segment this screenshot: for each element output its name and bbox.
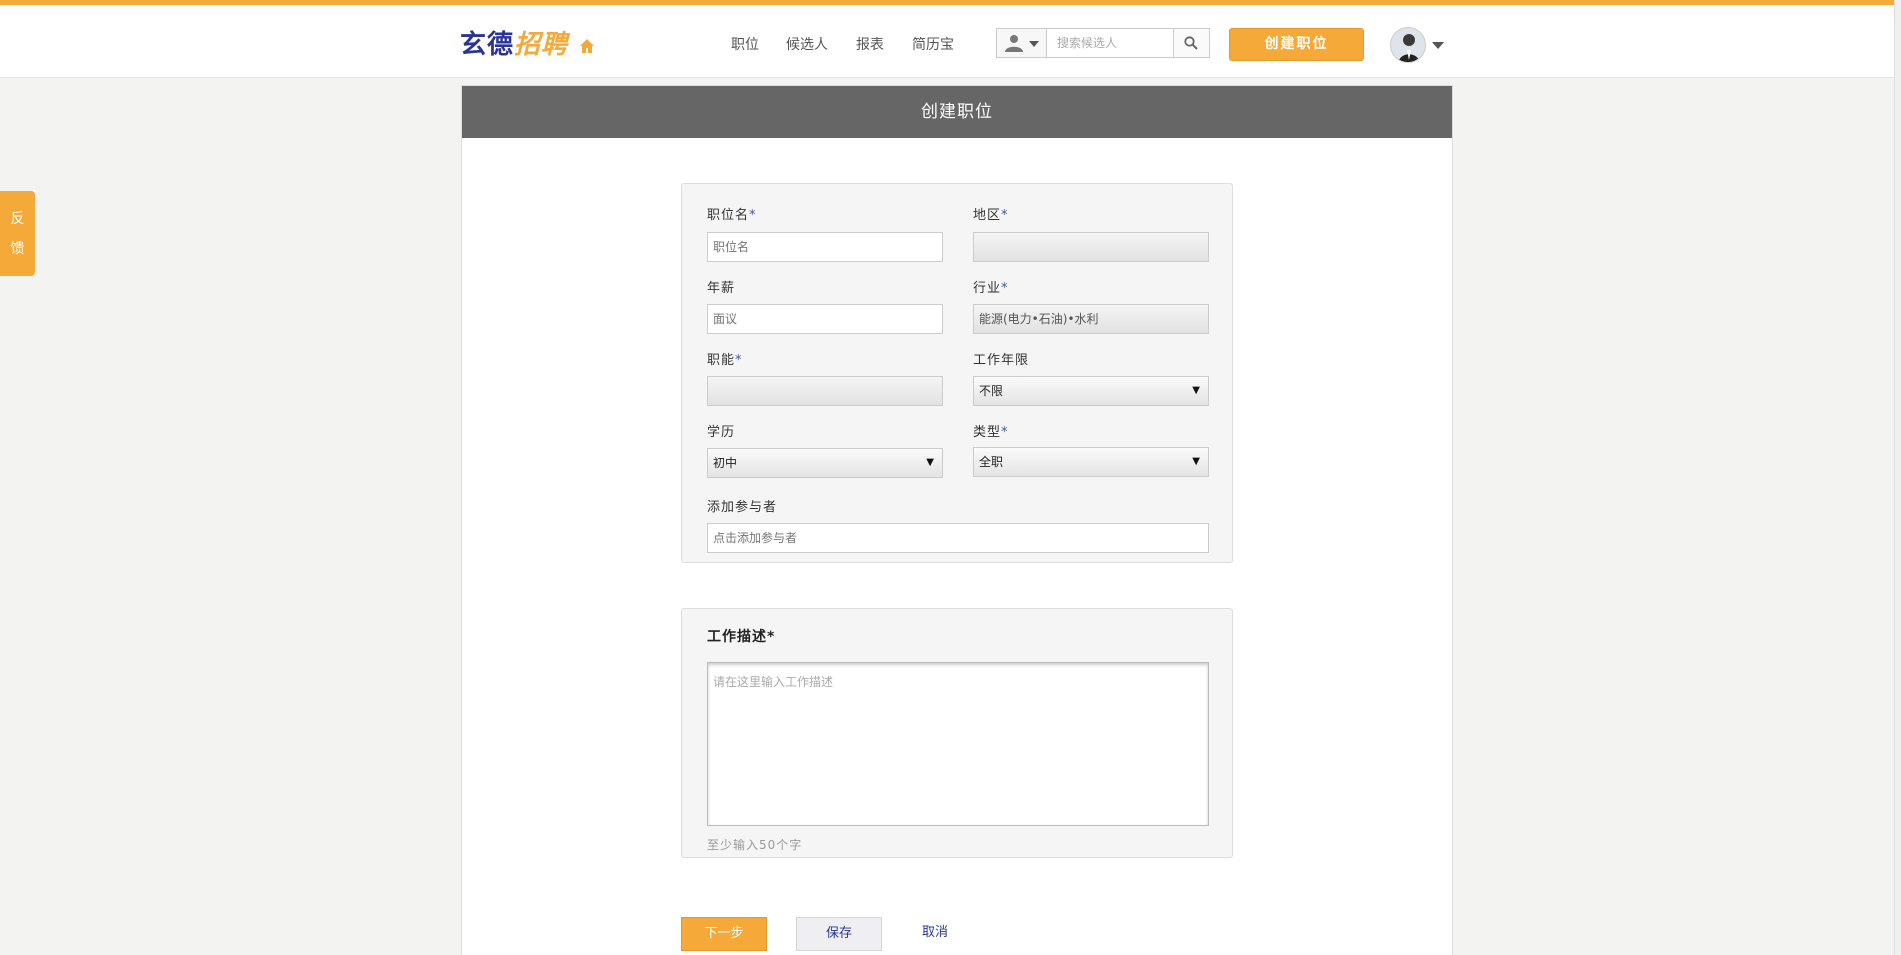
nav-reports[interactable]: 报表 [856,35,884,55]
field-label: 工作年限 [973,353,1030,368]
save-button[interactable]: 保存 [796,917,882,951]
field-label: 职能* [707,353,743,368]
dropdown-arrow-icon: ▼ [1192,456,1200,467]
participants-input[interactable] [707,523,1209,553]
search-input[interactable] [1047,29,1173,57]
industry-picker[interactable]: 能源(电力•石油)•水利 [973,304,1209,334]
user-icon [1005,35,1023,52]
create-job-button[interactable]: 创建职位 [1229,28,1364,61]
nav-jobs[interactable]: 职位 [731,35,759,55]
search-scope-dropdown[interactable] [997,29,1047,57]
dropdown-arrow-icon: ▼ [1192,385,1200,396]
nav-candidates[interactable]: 候选人 [786,35,828,55]
top-navigation-bar: 玄德招聘 职位 候选人 报表 简历宝 创建职位 [0,0,1901,78]
description-textarea[interactable] [707,662,1209,826]
feedback-label: 反 [10,211,25,227]
field-label: 职位名* [707,208,757,223]
avatar[interactable] [1390,27,1426,63]
chevron-down-icon[interactable] [1432,42,1444,49]
description-hint: 至少输入50个字 [707,838,803,852]
job-type-value: 全职 [979,455,1004,469]
region-picker[interactable] [973,232,1209,262]
brand-logo[interactable]: 玄德招聘 [460,27,568,61]
education-select[interactable]: 初中 ▼ [707,448,943,478]
field-label: 行业* [973,281,1009,296]
field-label: 学历 [707,425,736,440]
feedback-label: 馈 [10,241,25,257]
brand-name-part1: 玄德 [460,29,515,59]
feedback-tab[interactable]: 反 馈 [0,191,35,276]
scrollbar[interactable] [1894,0,1901,955]
field-label: 地区* [973,208,1009,223]
function-picker[interactable] [707,376,943,406]
field-label: 添加参与者 [707,500,778,515]
experience-select[interactable]: 不限 ▼ [973,376,1209,406]
search-icon [1184,36,1198,50]
field-label: 年薪 [707,281,736,296]
job-title-input[interactable] [707,232,943,262]
job-type-select[interactable]: 全职 ▼ [973,447,1209,477]
chevron-down-icon [1029,41,1039,47]
nav-resume-bank[interactable]: 简历宝 [912,35,954,55]
dropdown-arrow-icon: ▼ [926,457,934,468]
field-label: 类型* [973,425,1009,440]
basic-info-panel: 职位名* 地区* 年薪 行业* 能源(电力•石油)•水利 职能* 工作年限 不限… [681,183,1233,563]
create-job-card: 创建职位 职位名* 地区* 年薪 行业* 能源(电力•石油)•水利 职能* 工作… [461,85,1453,955]
search-button[interactable] [1173,29,1209,57]
home-icon[interactable] [578,37,596,55]
cancel-link[interactable]: 取消 [910,917,960,951]
description-label: 工作描述* [707,629,776,645]
job-description-panel: 工作描述* 至少输入50个字 [681,608,1233,858]
education-value: 初中 [713,456,738,470]
experience-value: 不限 [979,384,1004,398]
next-step-button[interactable]: 下一步 [681,917,767,951]
salary-input[interactable] [707,304,943,334]
brand-name-part2: 招聘 [514,29,569,59]
page-title: 创建职位 [462,86,1452,138]
candidate-search [996,28,1210,58]
